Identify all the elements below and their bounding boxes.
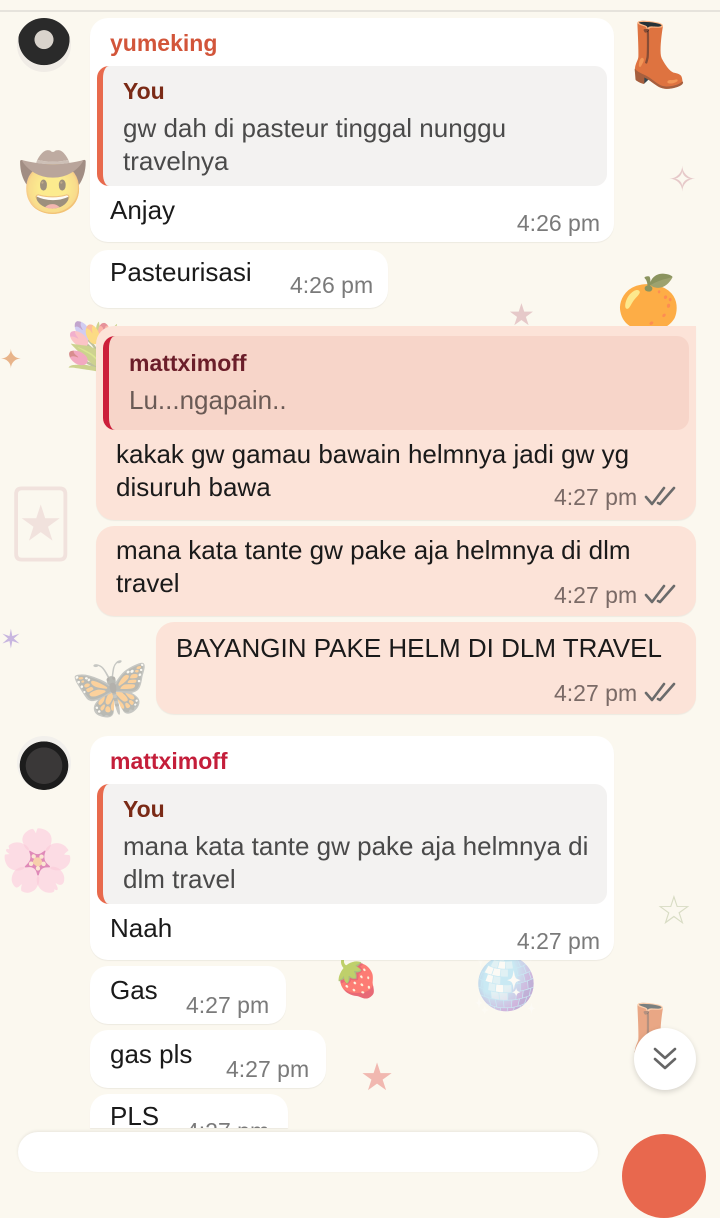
message-text: Gas xyxy=(110,975,158,1005)
message-text: PLS xyxy=(110,1101,160,1128)
wallpaper-sparkle-icon: ✧ xyxy=(668,160,697,200)
message-bubble[interactable]: Gas 4:27 pm xyxy=(90,966,286,1024)
quote-author: mattximoff xyxy=(129,350,247,376)
reply-quote[interactable]: mattximoff Lu...ngapain.. xyxy=(103,336,689,430)
message-bubble[interactable]: PLS 4:27 pm xyxy=(90,1094,288,1128)
message-input[interactable] xyxy=(18,1132,598,1172)
sender-name[interactable]: yumeking xyxy=(110,30,217,57)
quote-text: mana kata tante gw pake aja helmnya di d… xyxy=(123,831,589,894)
message-time: 4:27 pm xyxy=(516,928,600,954)
quote-text: gw dah di pasteur tinggal nunggu traveln… xyxy=(123,113,507,176)
message-time: 4:27 pm xyxy=(554,484,638,510)
message-time: 4:27 pm xyxy=(226,1056,310,1082)
quote-author: You xyxy=(123,796,165,822)
message-text: Anjay xyxy=(110,195,176,225)
quote-author: You xyxy=(123,78,165,104)
wallpaper-butterfly-icon: 🦋 xyxy=(70,651,150,725)
message-bubble[interactable]: gas pls 4:27 pm xyxy=(90,1030,326,1088)
wallpaper-strawberry-icon: 🍓 xyxy=(334,959,379,1000)
avatar-mattximoff[interactable] xyxy=(17,736,71,790)
avatar-yumeking[interactable] xyxy=(17,18,71,72)
message-time: 4:27 pm xyxy=(186,992,270,1018)
message-text: gas pls xyxy=(110,1039,193,1069)
reply-quote[interactable]: You gw dah di pasteur tinggal nunggu tra… xyxy=(97,66,607,186)
double-chevron-down-icon xyxy=(653,1047,677,1070)
message-time: 4:26 pm xyxy=(290,272,374,298)
message-text: BAYANGIN PAKE HELM DI DLM TRAVEL xyxy=(176,633,662,663)
wallpaper-hat-icon: 🤠 xyxy=(18,151,88,216)
message-bubble[interactable]: mana kata tante gw pake aja helmnya di d… xyxy=(96,526,696,616)
wallpaper-boot-icon: 👢 xyxy=(618,18,696,91)
wallpaper-sparkle-icon: ✦ xyxy=(0,345,22,375)
message-text: Pasteurisasi xyxy=(110,257,252,287)
double-check-icon xyxy=(644,486,676,506)
message-bubble[interactable]: Pasteurisasi 4:26 pm xyxy=(90,250,388,308)
voice-record-button[interactable] xyxy=(622,1134,706,1218)
double-check-icon xyxy=(644,682,676,702)
quote-text: Lu...ngapain.. xyxy=(129,385,287,415)
double-check-icon xyxy=(644,584,676,604)
message-bubble[interactable]: yumeking You gw dah di pasteur tinggal n… xyxy=(90,18,614,242)
wallpaper-flower-icon: 🌸 xyxy=(0,826,75,896)
message-time: 4:27 pm xyxy=(554,582,638,608)
message-time: 4:27 pm xyxy=(554,680,638,706)
wallpaper-star-icon: ★ xyxy=(360,1055,395,1099)
wallpaper-sparkle-icon: ✶ xyxy=(0,625,22,655)
reply-quote[interactable]: You mana kata tante gw pake aja helmnya … xyxy=(97,784,607,904)
wallpaper-cards-icon: 🃏 xyxy=(8,488,74,562)
message-text: Naah xyxy=(110,913,173,943)
message-time: 4:27 pm xyxy=(186,1118,269,1128)
message-bubble[interactable]: mattximoff You mana kata tante gw pake a… xyxy=(90,736,614,960)
message-bubble[interactable]: BAYANGIN PAKE HELM DI DLM TRAVEL 4:27 pm xyxy=(156,622,696,714)
sender-name[interactable]: mattximoff xyxy=(110,748,228,775)
message-time: 4:26 pm xyxy=(516,210,600,236)
scroll-down-button[interactable] xyxy=(634,1028,696,1090)
header-divider xyxy=(0,10,720,12)
message-bubble[interactable]: mattximoff Lu...ngapain.. kakak gw gamau… xyxy=(96,326,696,520)
wallpaper-star-icon: ☆ xyxy=(656,888,692,934)
wallpaper-orange-icon: 🍊 xyxy=(616,273,681,333)
